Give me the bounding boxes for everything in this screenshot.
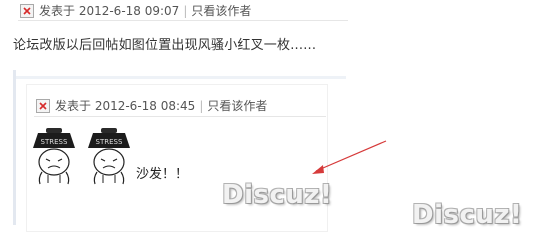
watermark-logo: Discuz! <box>412 200 523 230</box>
watermark-logo: Discuz! <box>222 180 333 210</box>
